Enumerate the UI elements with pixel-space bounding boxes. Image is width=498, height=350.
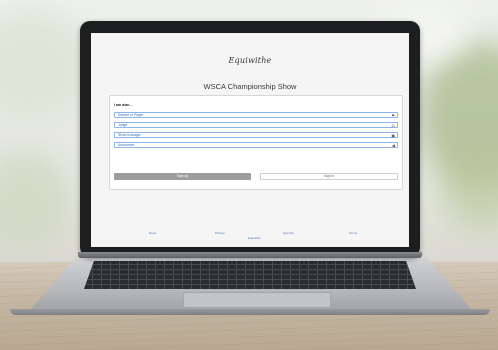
role-option-label: Judge xyxy=(118,123,128,127)
site-logo[interactable]: Equiwithe xyxy=(91,56,409,65)
footer-link-privacy[interactable]: Privacy xyxy=(215,231,225,235)
role-option-label: Entrant or Player xyxy=(118,113,144,117)
role-selection-card: I am a/an... Entrant or Player ⚑ Judge ⚖… xyxy=(109,95,403,190)
role-option-announcer[interactable]: Announcer ◀ xyxy=(114,142,398,148)
role-option-entrant[interactable]: Entrant or Player ⚑ xyxy=(114,112,398,118)
window-light-blur xyxy=(0,150,70,250)
clipboard-icon: ▣ xyxy=(391,133,395,138)
role-option-label: Announcer xyxy=(118,143,135,147)
role-option-label: Show manager xyxy=(118,133,141,137)
footer-link-security[interactable]: Security xyxy=(283,231,294,235)
laptop-keyboard xyxy=(84,261,416,289)
page-title: WSCA Championship Show xyxy=(203,82,297,91)
gavel-icon: ⚖ xyxy=(391,123,395,128)
laptop-screen: Equiwithe WSCA Championship Show I am a/… xyxy=(91,33,409,247)
role-prompt: I am a/an... xyxy=(114,103,133,107)
megaphone-icon: ◀ xyxy=(391,143,395,148)
laptop-trackpad xyxy=(183,292,331,308)
sign-up-button[interactable]: Sign up xyxy=(114,173,251,180)
footer-brand-link[interactable]: Equiwithe xyxy=(248,236,261,240)
laptop-hinge xyxy=(78,252,422,258)
laptop-front-edge xyxy=(10,309,490,315)
footer-link-news[interactable]: News xyxy=(149,231,157,235)
window-light-blur xyxy=(0,10,90,120)
role-option-show-manager[interactable]: Show manager ▣ xyxy=(114,132,398,138)
sign-in-button[interactable]: Sign in xyxy=(260,173,398,180)
footer-link-terms[interactable]: Terms xyxy=(349,231,357,235)
role-option-judge[interactable]: Judge ⚖ xyxy=(114,122,398,128)
bookmark-icon: ⚑ xyxy=(391,113,395,118)
